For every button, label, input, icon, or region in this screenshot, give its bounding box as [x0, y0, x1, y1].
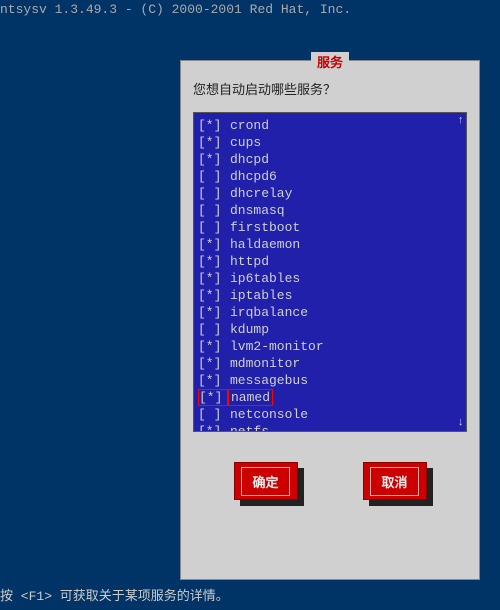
service-checkbox[interactable]: [*] [198, 305, 228, 320]
service-label: dhcpd6 [228, 169, 279, 184]
services-listbox[interactable]: ↑ [*] crond[*] cups[*] dhcpd[ ] dhcpd6[ … [193, 112, 467, 432]
service-row[interactable]: [*] haldaemon [194, 236, 466, 253]
service-row[interactable]: [ ] dhcpd6 [194, 168, 466, 185]
service-label: iptables [228, 288, 294, 303]
service-row[interactable]: [*] dhcpd [194, 151, 466, 168]
scroll-up-icon[interactable]: ↑ [457, 115, 464, 127]
service-label: dhcrelay [228, 186, 294, 201]
service-label: named [228, 389, 273, 406]
service-row[interactable]: [*] irqbalance [194, 304, 466, 321]
service-checkbox[interactable]: [ ] [198, 169, 228, 184]
service-row[interactable]: [*] httpd [194, 253, 466, 270]
service-label: cups [228, 135, 263, 150]
app-header: ntsysv 1.3.49.3 - (C) 2000-2001 Red Hat,… [0, 0, 500, 17]
service-checkbox[interactable]: [ ] [198, 322, 228, 337]
service-checkbox[interactable]: [*] [198, 373, 228, 388]
service-label: messagebus [228, 373, 310, 388]
service-row[interactable]: [ ] kdump [194, 321, 466, 338]
service-row[interactable]: [*] mdmonitor [194, 355, 466, 372]
service-checkbox[interactable]: [*] [198, 424, 228, 432]
service-label: lvm2-monitor [228, 339, 326, 354]
service-row[interactable]: [*] messagebus [194, 372, 466, 389]
service-checkbox[interactable]: [*] [198, 152, 228, 167]
service-label: ip6tables [228, 271, 302, 286]
service-checkbox[interactable]: [*] [198, 254, 228, 269]
service-label: irqbalance [228, 305, 310, 320]
service-label: dnsmasq [228, 203, 287, 218]
scroll-down-icon[interactable]: ↓ [457, 417, 464, 429]
service-checkbox[interactable]: [*] [198, 271, 228, 286]
service-checkbox[interactable]: [*] [198, 118, 228, 133]
service-checkbox[interactable]: [*] [198, 135, 228, 150]
service-label: netfs [228, 424, 271, 432]
service-checkbox[interactable]: [*] [198, 389, 228, 406]
service-label: crond [228, 118, 271, 133]
service-label: dhcpd [228, 152, 271, 167]
service-row[interactable]: [*] ip6tables [194, 270, 466, 287]
service-label: firstboot [228, 220, 302, 235]
service-label: netconsole [228, 407, 310, 422]
service-checkbox[interactable]: [*] [198, 356, 228, 371]
service-label: haldaemon [228, 237, 302, 252]
ok-button[interactable]: 确定 [234, 462, 298, 500]
service-row[interactable]: [*] lvm2-monitor [194, 338, 466, 355]
cancel-button-label: 取消 [370, 467, 418, 496]
service-checkbox[interactable]: [*] [198, 339, 228, 354]
service-row[interactable]: [ ] firstboot [194, 219, 466, 236]
service-row[interactable]: [*] crond [194, 117, 466, 134]
service-checkbox[interactable]: [ ] [198, 203, 228, 218]
services-dialog: 服务 您想自动启动哪些服务？ ↑ [*] crond[*] cups[*] dh… [180, 60, 480, 580]
service-checkbox[interactable]: [*] [198, 237, 228, 252]
service-row[interactable]: [ ] dhcrelay [194, 185, 466, 202]
service-row[interactable]: [*] netfs [194, 423, 466, 432]
help-footer: 按 <F1> 可获取关于某项服务的详情。 [0, 585, 229, 604]
service-label: mdmonitor [228, 356, 302, 371]
service-label: kdump [228, 322, 271, 337]
ok-button-label: 确定 [241, 467, 289, 496]
service-checkbox[interactable]: [ ] [198, 186, 228, 201]
service-row[interactable]: [ ] dnsmasq [194, 202, 466, 219]
service-row[interactable]: [*] named [194, 389, 466, 406]
service-row[interactable]: [ ] netconsole [194, 406, 466, 423]
service-row[interactable]: [*] iptables [194, 287, 466, 304]
service-checkbox[interactable]: [ ] [198, 407, 228, 422]
service-checkbox[interactable]: [*] [198, 288, 228, 303]
service-checkbox[interactable]: [ ] [198, 220, 228, 235]
button-row: 确定 取消 [181, 462, 479, 500]
service-label: httpd [228, 254, 271, 269]
service-row[interactable]: [*] cups [194, 134, 466, 151]
dialog-title: 服务 [311, 52, 349, 71]
cancel-button[interactable]: 取消 [363, 462, 427, 500]
